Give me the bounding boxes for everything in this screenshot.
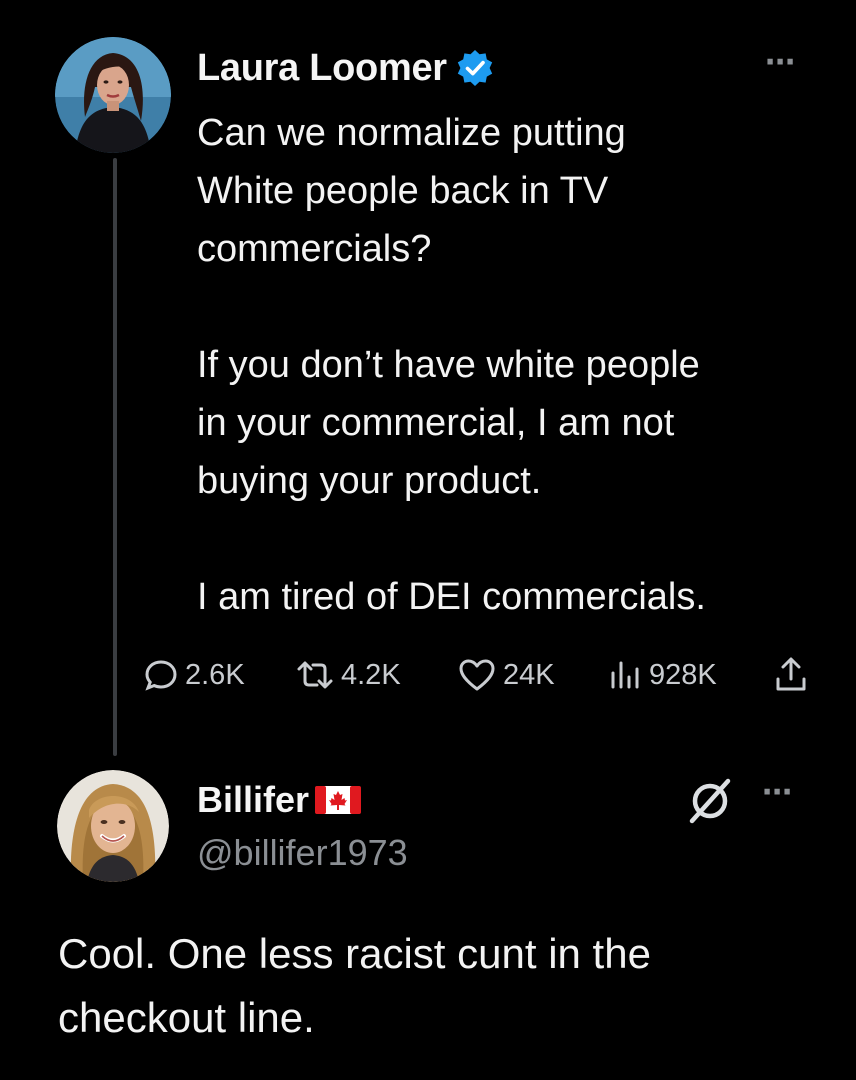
analytics-icon: [611, 661, 639, 689]
tweet-text-line: If you don’t have white people: [197, 344, 700, 386]
repost-icon: [297, 661, 333, 689]
reply-author-display-name[interactable]: Billifer: [197, 779, 309, 821]
tweet-text-line: buying your product.: [197, 460, 542, 502]
thread-connector-line: [113, 158, 117, 756]
reply-text-line: checkout line.: [58, 994, 315, 1041]
tweet-text-line: White people back in TV: [197, 170, 609, 212]
avatar[interactable]: [55, 37, 171, 153]
share-button[interactable]: [773, 650, 809, 700]
tweet-text-line: I am tired of DEI commercials.: [197, 576, 706, 618]
reply-text-line: Cool. One less racist cunt in the: [58, 930, 651, 977]
more-options-icon[interactable]: ⋯: [765, 48, 797, 78]
heart-icon: [459, 659, 495, 691]
reply-author-row: Billifer: [197, 774, 363, 826]
verified-badge-icon: [457, 50, 492, 86]
like-count: 24K: [503, 658, 555, 691]
repost-count: 4.2K: [341, 658, 401, 691]
like-button[interactable]: 24K: [457, 650, 555, 700]
repost-button[interactable]: 4.2K: [295, 650, 401, 700]
canada-flag-icon: [315, 786, 362, 814]
user-avatar-image: [57, 770, 169, 882]
share-icon: [776, 657, 806, 691]
reply-body: Cool. One less racist cunt in the checko…: [58, 922, 838, 1050]
grok-icon[interactable]: [684, 775, 736, 827]
reply-author-handle[interactable]: @billifer1973: [197, 832, 408, 874]
views-count: 928K: [649, 658, 717, 691]
tweet-author-row: Laura Loomer: [197, 40, 495, 96]
views-button[interactable]: 928K: [607, 650, 717, 700]
more-options-icon[interactable]: ⋯: [762, 778, 794, 808]
reply-icon: [145, 660, 177, 691]
reply-count: 2.6K: [185, 658, 245, 691]
tweet-text-line: commercials?: [197, 228, 432, 270]
reply-button[interactable]: 2.6K: [143, 650, 245, 700]
tweet-body: Can we normalize putting White people ba…: [197, 104, 827, 626]
tweet-actions-bar: 2.6K 4.2K 24K 928K: [143, 650, 833, 700]
tweet-text-line: in your commercial, I am not: [197, 402, 675, 444]
avatar[interactable]: [57, 770, 169, 882]
screenshot: Laura Loomer ⋯ Can we normalize putting …: [0, 0, 856, 1080]
author-display-name[interactable]: Laura Loomer: [197, 47, 447, 90]
tweet-text-line: Can we normalize putting: [197, 112, 626, 154]
user-avatar-image: [55, 37, 171, 153]
